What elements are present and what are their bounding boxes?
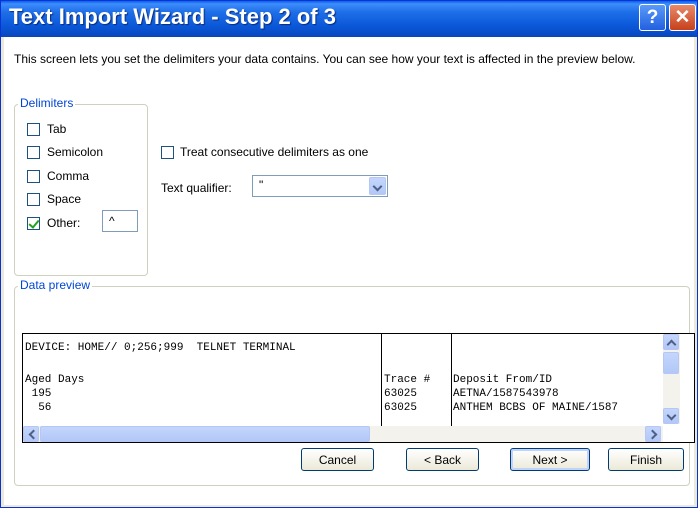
close-button[interactable]: ✕ [669,4,696,31]
consecutive-delimiters-checkbox[interactable] [161,146,174,159]
finish-button[interactable]: Finish [608,448,684,471]
chevron-right-icon [647,429,658,440]
dialog-window: Text Import Wizard - Step 2 of 3 ? ✕ Thi… [0,0,698,508]
dialog-body: This screen lets you set the delimiters … [4,37,695,505]
semicolon-label[interactable]: Semicolon [47,145,103,159]
column-divider-2[interactable] [451,334,452,426]
preview-cell: Aged Days [25,374,85,386]
scroll-down-button[interactable] [663,408,679,424]
next-button[interactable]: Next > [510,448,590,471]
dropdown-arrow-button[interactable] [369,177,386,195]
title-bar[interactable]: Text Import Wizard - Step 2 of 3 ? ✕ [1,1,697,37]
text-qualifier-select[interactable]: " [252,175,388,197]
scroll-right-button[interactable] [645,426,661,442]
semicolon-checkbox[interactable] [27,146,40,159]
consecutive-delimiters-label[interactable]: Treat consecutive delimiters as one [180,145,368,159]
column-divider-1[interactable] [381,334,382,426]
horizontal-scroll-thumb[interactable] [40,426,370,442]
preview-cell: AETNA/1587543978 [453,388,559,400]
other-delimiter-input[interactable]: ^ [102,210,138,232]
text-qualifier-label: Text qualifier: [161,181,232,195]
close-icon: ✕ [674,7,691,28]
preview-cell: 195 [25,388,52,400]
comma-checkbox[interactable] [27,170,40,183]
scroll-up-button[interactable] [663,334,679,350]
preview-cell: 63025 [384,402,418,414]
vertical-scrollbar[interactable] [663,334,680,424]
space-checkbox[interactable] [27,193,40,206]
preview-cell: ANTHEM BCBS OF MAINE/1587 [453,402,619,414]
window-title: Text Import Wizard - Step 2 of 3 [9,4,336,29]
other-label[interactable]: Other: [47,216,80,230]
vertical-scroll-thumb[interactable] [663,352,679,374]
delimiters-legend: Delimiters [18,96,76,110]
help-button[interactable]: ? [639,4,666,31]
chevron-up-icon [666,339,677,350]
data-preview-grid[interactable]: DEVICE: HOME// 0;256;999 TELNET TERMINAL… [22,333,695,443]
other-checkbox[interactable] [27,217,40,230]
preview-cell: Deposit From/ID [453,374,553,386]
tab-label[interactable]: Tab [47,122,66,136]
space-label[interactable]: Space [47,192,81,206]
back-button[interactable]: < Back [406,448,479,471]
data-preview-legend: Data preview [18,278,93,292]
horizontal-scrollbar[interactable] [23,426,663,442]
chevron-left-icon [28,429,39,440]
comma-label[interactable]: Comma [47,169,89,183]
preview-cell: 63025 [384,388,418,400]
cancel-button[interactable]: Cancel [301,448,374,471]
chevron-down-icon [666,410,677,421]
description-text: This screen lets you set the delimiters … [14,52,636,66]
preview-cell: 56 [25,402,52,414]
scroll-left-button[interactable] [23,426,39,442]
tab-checkbox[interactable] [27,123,40,136]
preview-cell: Trace # [384,374,431,386]
help-icon: ? [646,6,659,28]
chevron-down-icon [372,181,383,192]
preview-cell: DEVICE: HOME// 0;256;999 TELNET TERMINAL [25,342,296,354]
text-qualifier-value: " [259,178,264,192]
